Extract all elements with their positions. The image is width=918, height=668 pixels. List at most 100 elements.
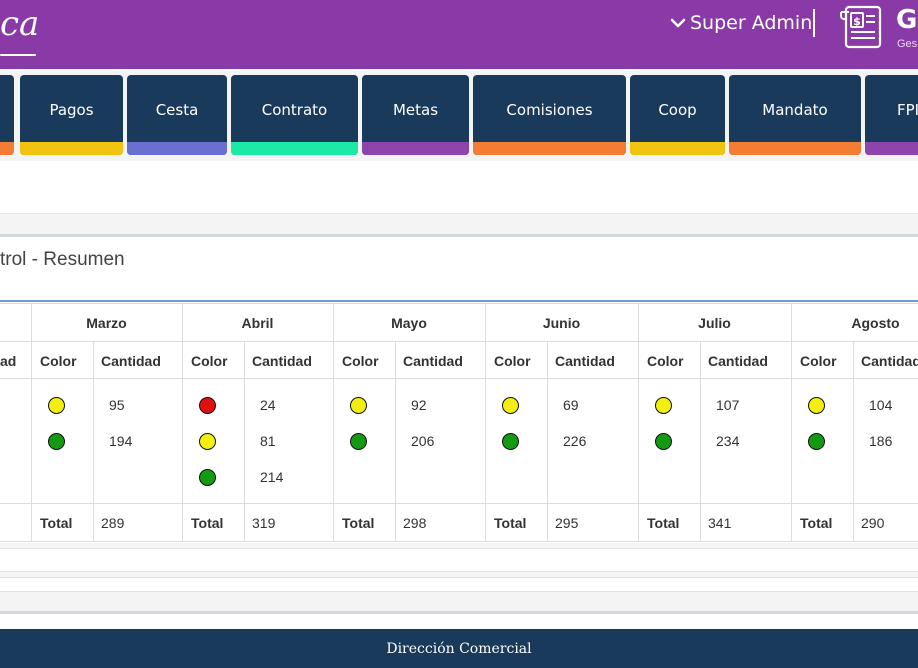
status-light-green [48,433,65,450]
tab-accent-bar [127,142,227,155]
column-divider [853,341,854,541]
tab-previous[interactable] [0,75,14,155]
header-divider [813,9,815,37]
tab-accent-bar [865,142,918,155]
tab-accent-bar [231,142,358,155]
total-value: 341 [708,515,732,531]
tab-mandato[interactable]: Mandato [729,75,861,155]
tab-comisiones[interactable]: Comisiones [473,75,626,155]
quantity-value: 81 [260,433,276,449]
column-divider [93,341,94,541]
status-light-green [350,433,367,450]
total-value: 290 [861,515,885,531]
tab-label: Metas [392,101,439,119]
user-menu[interactable]: Super Admin [668,8,812,38]
tab-accent-bar [0,142,14,155]
status-light-green [655,433,672,450]
quantity-value: 69 [563,397,579,413]
tab-metas[interactable]: Metas [362,75,469,155]
spacer-strip [0,577,918,592]
column-divider [31,303,32,541]
brand-logo[interactable]: ca [0,6,39,42]
table-row-divider [0,303,918,304]
status-light-green [808,433,825,450]
quantity-column-header: Cantidad [708,353,768,369]
tab-accent-bar [20,142,123,155]
invoice-document-icon: $ [840,5,882,49]
status-light-red [199,397,216,414]
quantity-column-header: Cantidad [101,353,161,369]
tab-label: Mandato [762,101,828,119]
month-header: Agosto [851,315,900,331]
app-title: G [896,5,918,35]
total-value: 319 [252,515,276,531]
tab-label: FPI [897,101,918,119]
total-label: Total [647,515,680,531]
footer-text: Dirección Comercial [386,641,532,657]
quantity-value: 92 [411,397,427,413]
tab-label: Cesta [155,101,199,119]
tab-accent-bar [362,142,469,155]
month-header: Julio [698,315,731,331]
quantity-column-header: Cantidad [403,353,463,369]
tab-pagos[interactable]: Pagos [20,75,123,155]
total-label: Total [40,515,73,531]
tab-cesta[interactable]: Cesta [127,75,227,155]
quantity-value: 24 [260,397,276,413]
total-value: 298 [403,515,427,531]
column-divider [333,303,334,541]
color-column-header: Color [494,353,531,369]
panel-title: trol - Resumen [0,249,125,270]
color-column-header: Color [647,353,684,369]
total-value: 289 [101,515,125,531]
module-nav: Pagos Cesta Contrato Metas Comisiones Co… [0,69,918,161]
total-value: 295 [555,515,579,531]
table-row-divider [0,541,918,542]
status-light-yellow [350,397,367,414]
quantity-value: 194 [109,433,133,449]
quantity-value: 104 [869,397,893,413]
tab-label: Coop [658,101,697,119]
color-column-header: Color [342,353,379,369]
svg-text:$: $ [853,15,861,28]
user-name: Super Admin [690,12,813,34]
status-light-yellow [808,397,825,414]
total-label: Total [342,515,375,531]
status-light-green [199,469,216,486]
tab-label: Pagos [49,101,94,119]
table-row-divider [0,503,918,504]
column-divider [700,341,701,541]
column-divider [182,303,183,541]
quantity-value: 107 [716,397,740,413]
status-light-yellow [502,397,519,414]
tab-contrato[interactable]: Contrato [231,75,358,155]
month-header: Marzo [86,315,127,331]
title-divider [0,300,918,302]
quantity-value: 206 [411,433,435,449]
tab-accent-bar [473,142,626,155]
color-column-header: Color [40,353,77,369]
month-header: Junio [542,315,581,331]
filter-panel [0,161,918,214]
status-light-yellow [48,397,65,414]
logo-underline [0,54,36,56]
quantity-value: 95 [109,397,125,413]
column-divider [485,303,486,541]
month-header: Mayo [391,315,427,331]
month-header: Abril [241,315,274,331]
column-divider [395,341,396,541]
quantity-value: 226 [563,433,587,449]
status-light-yellow [199,433,216,450]
tab-label: Contrato [261,101,328,119]
quantity-column-header: Cantidad [861,353,918,369]
tab-accent-bar [729,142,861,155]
column-divider [244,341,245,541]
tab-fpi[interactable]: FPI [865,75,918,155]
tab-accent-bar [630,142,725,155]
column-divider [638,303,639,541]
color-column-header: Color [800,353,837,369]
tab-coop[interactable]: Coop [630,75,725,155]
quantity-value: 186 [869,433,893,449]
summary-panel: trol - Resumen ad Marzo Color Cantidad 95 19… [0,234,918,543]
column-header-partial: ad [0,353,17,369]
